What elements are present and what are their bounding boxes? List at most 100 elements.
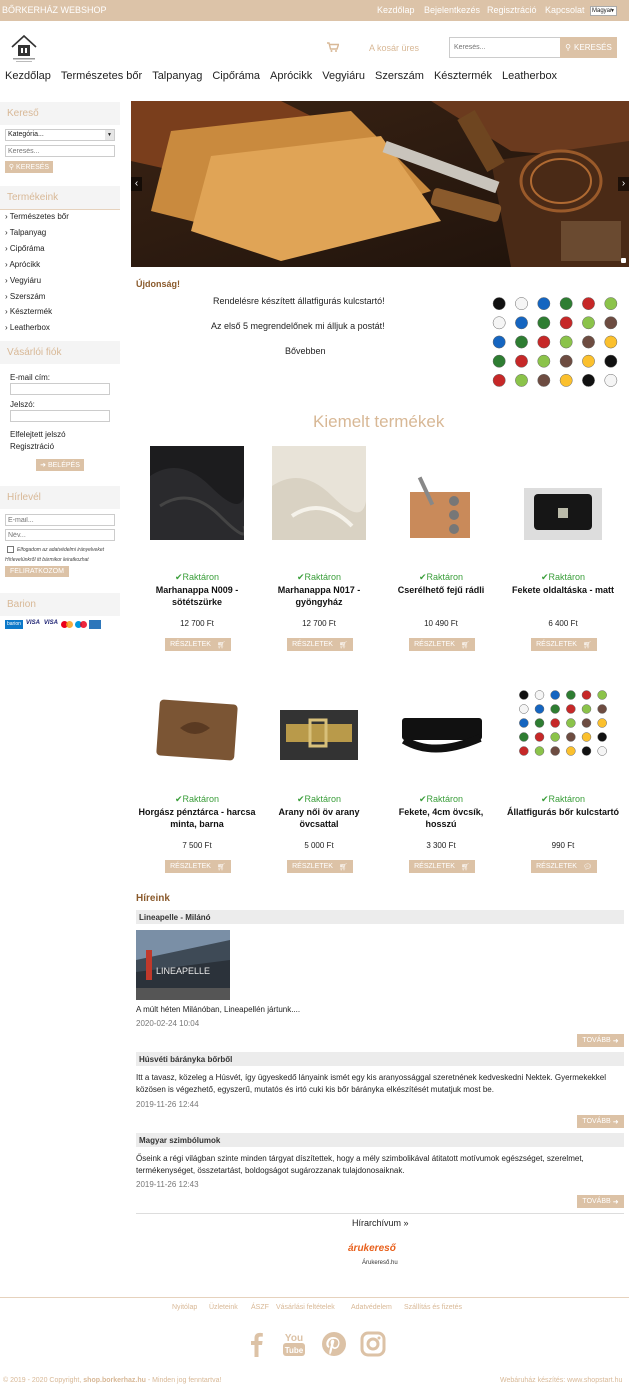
sidebar-item-leatherbox[interactable]: › Leatherbox — [5, 323, 50, 332]
youtube-icon[interactable]: You Tube — [282, 1331, 306, 1357]
nav-home[interactable]: Kezdőlap — [5, 70, 51, 86]
product-image[interactable] — [516, 446, 610, 540]
nav-sole[interactable]: Talpanyag — [152, 70, 202, 86]
news-archive-link[interactable]: Hírarchívum » — [352, 1218, 409, 1228]
product-name[interactable]: Arany női öv arany övcsattal — [260, 806, 378, 830]
top-link-home[interactable]: Kezdőlap — [377, 5, 415, 15]
details-button[interactable]: RÉSZLETEK 🛒︎ — [409, 860, 475, 873]
footer-link-purchase-terms[interactable]: Vásárlási feltételek — [276, 1304, 335, 1311]
arukereso-logo[interactable]: árukereső — [348, 1243, 396, 1254]
top-link-contact[interactable]: Kapcsolat — [545, 5, 585, 15]
cart-icon: 🛒︎ — [582, 641, 592, 649]
footer-link-stores[interactable]: Üzleteink — [209, 1304, 238, 1311]
top-link-login[interactable]: Bejelentkezés — [424, 5, 480, 15]
sidebar-item-natural-leather[interactable]: › Természetes bőr — [5, 212, 69, 221]
nav-finished-products[interactable]: Késztermék — [434, 70, 492, 86]
login-email-field[interactable] — [10, 383, 110, 395]
product-name[interactable]: Cserélhető fejű rádli — [382, 584, 500, 596]
product-name[interactable]: Horgász pénztárca - harcsa minta, barna — [138, 806, 256, 830]
sidebar-search-button[interactable]: ⚲ KERESÉS — [5, 161, 53, 173]
footer-link-shipping[interactable]: Szállítás és fizetés — [404, 1304, 462, 1311]
footer-link-home[interactable]: Nyitólap — [172, 1304, 197, 1311]
slider-next-arrow[interactable]: › — [618, 177, 629, 191]
novelty-more-link[interactable]: Bővebben — [285, 346, 326, 356]
nav-leatherbox[interactable]: Leatherbox — [502, 70, 557, 86]
register-link[interactable]: Regisztráció — [10, 442, 54, 451]
product-name[interactable]: Marhanappa N017 - gyöngyház — [260, 584, 378, 608]
details-button[interactable]: RÉSZLETEK 🛒︎ — [165, 860, 231, 873]
pinterest-icon[interactable] — [321, 1331, 347, 1357]
visa-electron-logo: VISA — [43, 620, 58, 626]
footer-link-privacy[interactable]: Adatvédelem — [351, 1304, 392, 1311]
cart-icon[interactable] — [327, 42, 340, 52]
nav-welt[interactable]: Cipőráma — [212, 70, 260, 86]
news-more-button[interactable]: TOVÁBB ➜ — [577, 1034, 624, 1047]
news-more-button[interactable]: TOVÁBB ➜ — [577, 1195, 624, 1208]
details-button[interactable]: RÉSZLETEK 🛒︎ — [165, 638, 231, 651]
language-select[interactable]: Magyar ▼ — [590, 6, 617, 16]
newsletter-email-input[interactable] — [5, 514, 115, 526]
developer-credit[interactable]: Webáruház készítés: www.shopstart.hu — [500, 1377, 622, 1384]
sidebar-item-welt[interactable]: › Cipőráma — [5, 244, 45, 253]
product-image[interactable] — [150, 446, 247, 540]
product-name[interactable]: Állatfigurás bőr kulcstartó — [504, 806, 622, 818]
footer-link-terms[interactable]: ÁSZF — [251, 1304, 269, 1311]
consent-checkbox[interactable] — [7, 546, 14, 553]
forgot-password-link[interactable]: Elfelejtett jelszó — [10, 430, 66, 439]
details-button[interactable]: RÉSZLETEK 🛒︎ — [531, 638, 597, 651]
product-image[interactable] — [150, 688, 244, 782]
product-image[interactable] — [272, 688, 366, 782]
login-button[interactable]: ➜ BELÉPÉS — [36, 459, 84, 471]
product-image[interactable] — [394, 446, 488, 540]
product-name[interactable]: Marhanappa N009 - sötétszürke — [138, 584, 256, 608]
copyright-site-link[interactable]: shop.borkerhaz.hu — [83, 1377, 146, 1384]
details-button[interactable]: RÉSZLETEK 💬︎ — [531, 860, 597, 873]
news-item-title[interactable]: Magyar szimbólumok — [136, 1133, 624, 1147]
subscribe-button[interactable]: FELIRATKOZOM — [5, 566, 69, 577]
header-search-button[interactable]: ⚲ KERESÉS — [560, 37, 617, 58]
slider-dot[interactable] — [621, 258, 626, 263]
sidebar-search-input[interactable] — [5, 145, 115, 157]
instagram-icon[interactable] — [360, 1331, 386, 1357]
site-logo[interactable] — [8, 33, 40, 63]
news-more-button[interactable]: TOVÁBB ➜ — [577, 1115, 624, 1128]
product-image[interactable] — [516, 688, 610, 782]
cart-icon: 🛒︎ — [216, 863, 226, 871]
consent-label: Elfogadom az adatvédelmi irányelveket — [17, 547, 104, 553]
cart-status[interactable]: A kosár üres — [369, 43, 419, 53]
category-select[interactable]: Kategória... ▼ — [5, 129, 115, 141]
top-link-register[interactable]: Regisztráció — [487, 5, 537, 15]
footer-divider — [0, 1297, 629, 1298]
details-button[interactable]: RÉSZLETEK 🛒︎ — [287, 860, 353, 873]
keychain-promo-image[interactable] — [488, 294, 622, 390]
news-item-title[interactable]: Lineapelle - Milánó — [136, 910, 624, 924]
slider-prev-arrow[interactable]: ‹ — [131, 177, 142, 191]
header-search-input[interactable] — [449, 37, 560, 58]
nav-accessories[interactable]: Aprócikk — [270, 70, 312, 86]
search-icon: ⚲ — [565, 43, 572, 52]
nav-chemicals[interactable]: Vegyiáru — [322, 70, 365, 86]
details-button[interactable]: RÉSZLETEK 🛒︎ — [287, 638, 353, 651]
login-password-field[interactable] — [10, 410, 110, 422]
details-button[interactable]: RÉSZLETEK 🛒︎ — [409, 638, 475, 651]
newsletter-name-input[interactable] — [5, 529, 115, 541]
stock-status: ✔Raktáron — [296, 572, 342, 582]
sidebar-item-accessories[interactable]: › Aprócikk — [5, 260, 40, 269]
nav-natural-leather[interactable]: Természetes bőr — [61, 70, 142, 86]
product-image[interactable] — [394, 688, 488, 782]
sidebar-item-chemicals[interactable]: › Vegyiáru — [5, 276, 41, 285]
product-name[interactable]: Fekete, 4cm övcsík, hosszú — [382, 806, 500, 830]
sidebar-item-sole[interactable]: › Talpanyag — [5, 228, 46, 237]
news-item-title[interactable]: Húsvéti bárányka bőrből — [136, 1052, 624, 1066]
news-item-image[interactable]: LINEAPELLE — [136, 930, 230, 1000]
sidebar-item-tools[interactable]: › Szerszám — [5, 292, 45, 301]
shop-brand[interactable]: BŐRKERHÁZ WEBSHOP — [2, 5, 107, 15]
facebook-icon[interactable] — [244, 1331, 270, 1357]
divider — [0, 209, 120, 210]
product-image[interactable] — [272, 446, 366, 540]
hero-slider[interactable] — [131, 101, 629, 267]
arukereso-label[interactable]: Árukereső.hu — [362, 1260, 398, 1266]
sidebar-item-finished-products[interactable]: › Késztermék — [5, 307, 52, 316]
nav-tools[interactable]: Szerszám — [375, 70, 424, 86]
product-name[interactable]: Fekete oldaltáska - matt — [504, 584, 622, 596]
